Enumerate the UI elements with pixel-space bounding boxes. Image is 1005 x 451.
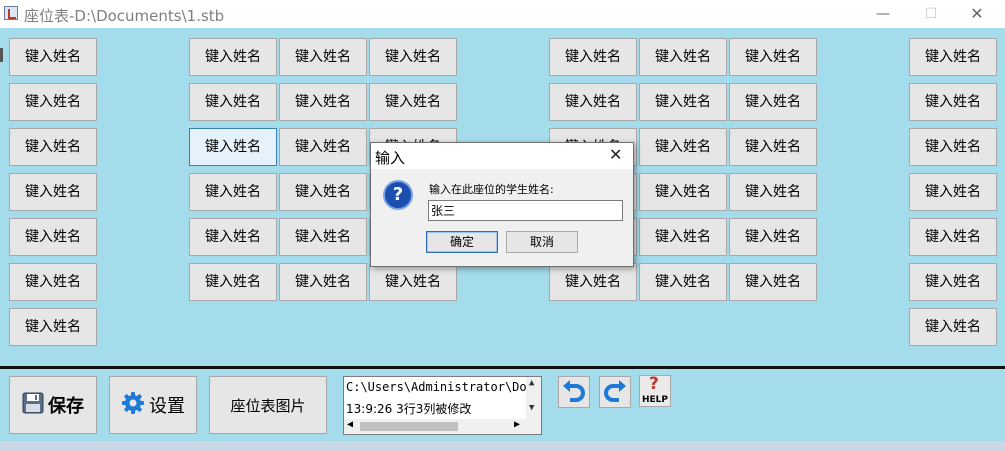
floppy-disk-icon	[22, 392, 44, 419]
seat-button[interactable]: 键入姓名	[369, 38, 457, 76]
title-bar: 座位表-D:\Documents\1.stb — ☐ ✕	[0, 0, 1005, 28]
scroll-right-icon[interactable]: ▶	[514, 419, 520, 430]
log-line: 13:9:26 3行3列被修改	[346, 402, 472, 416]
input-dialog: 输入 ✕ ? 输入在此座位的学生姓名: 确定 取消	[370, 142, 634, 267]
bottom-toolbar: 保存 设置 座位表图片 C:\Users\Administrator\Doc 1…	[0, 369, 1005, 441]
redo-icon	[604, 380, 626, 402]
seat-button[interactable]: 键入姓名	[639, 128, 727, 166]
dialog-close-button[interactable]: ✕	[609, 145, 622, 164]
name-input[interactable]	[428, 200, 623, 221]
save-label: 保存	[48, 396, 84, 417]
dialog-prompt: 输入在此座位的学生姓名:	[429, 183, 554, 196]
vertical-scrollbar[interactable]: ▲ ▼	[526, 377, 541, 420]
seat-button[interactable]: 键入姓名	[189, 128, 277, 166]
seat-button[interactable]: 键入姓名	[549, 83, 637, 121]
seat-button[interactable]: 键入姓名	[549, 38, 637, 76]
seat-button[interactable]: 键入姓名	[549, 263, 637, 301]
app-icon	[4, 6, 18, 20]
seat-button[interactable]: 键入姓名	[729, 173, 817, 211]
seat-button[interactable]: 键入姓名	[909, 38, 997, 76]
seat-button[interactable]: 键入姓名	[189, 263, 277, 301]
seat-picture-button[interactable]: 座位表图片	[209, 376, 327, 434]
help-button[interactable]: ? HELP	[639, 374, 671, 407]
seat-button[interactable]: 键入姓名	[729, 83, 817, 121]
horizontal-scrollbar[interactable]: ◀ ▶	[344, 419, 541, 434]
seat-button[interactable]: 键入姓名	[639, 218, 727, 256]
edge-mark	[0, 48, 3, 62]
log-textarea[interactable]: C:\Users\Administrator\Doc 13:9:26 3行3列被…	[343, 376, 542, 435]
seat-button[interactable]: 键入姓名	[729, 218, 817, 256]
seat-button[interactable]: 键入姓名	[639, 173, 727, 211]
seat-button[interactable]: 键入姓名	[9, 263, 97, 301]
seat-button[interactable]: 键入姓名	[909, 128, 997, 166]
seat-button[interactable]: 键入姓名	[9, 83, 97, 121]
seat-button[interactable]: 键入姓名	[279, 38, 367, 76]
maximize-button[interactable]: ☐	[916, 2, 946, 26]
question-icon: ?	[383, 180, 413, 210]
seat-button[interactable]: 键入姓名	[279, 263, 367, 301]
seat-button[interactable]: 键入姓名	[189, 173, 277, 211]
seat-button[interactable]: 键入姓名	[909, 218, 997, 256]
seat-button[interactable]: 键入姓名	[729, 128, 817, 166]
taskbar-strip	[0, 441, 1005, 451]
help-label: HELP	[642, 395, 669, 405]
log-line: C:\Users\Administrator\Doc	[346, 380, 526, 394]
seat-button[interactable]: 键入姓名	[639, 38, 727, 76]
undo-button[interactable]	[558, 376, 590, 408]
dialog-title: 输入	[375, 149, 406, 167]
seat-button[interactable]: 键入姓名	[9, 38, 97, 76]
redo-button[interactable]	[599, 376, 631, 408]
seat-button[interactable]: 键入姓名	[9, 218, 97, 256]
save-button[interactable]: 保存	[9, 376, 97, 434]
seat-button[interactable]: 键入姓名	[639, 263, 727, 301]
seat-button[interactable]: 键入姓名	[279, 173, 367, 211]
seat-button[interactable]: 键入姓名	[279, 218, 367, 256]
seat-button[interactable]: 键入姓名	[189, 38, 277, 76]
settings-button[interactable]: 设置	[109, 376, 197, 434]
seat-button[interactable]: 键入姓名	[189, 218, 277, 256]
seat-button[interactable]: 键入姓名	[9, 173, 97, 211]
seat-button[interactable]: 键入姓名	[729, 263, 817, 301]
seat-button[interactable]: 键入姓名	[909, 173, 997, 211]
close-button[interactable]: ✕	[962, 2, 992, 26]
window-title: 座位表-D:\Documents\1.stb	[24, 7, 225, 25]
seat-button[interactable]: 键入姓名	[9, 128, 97, 166]
seat-button[interactable]: 键入姓名	[909, 83, 997, 121]
seat-button[interactable]: 键入姓名	[909, 308, 997, 346]
seat-button[interactable]: 键入姓名	[729, 38, 817, 76]
dialog-title-bar: 输入 ✕	[371, 143, 633, 169]
undo-icon	[563, 380, 585, 402]
help-icon: ?	[649, 374, 659, 394]
seat-button[interactable]: 键入姓名	[909, 263, 997, 301]
scroll-thumb[interactable]	[360, 422, 458, 431]
gear-icon	[121, 391, 145, 420]
minimize-button[interactable]: —	[868, 2, 898, 26]
seat-button[interactable]: 键入姓名	[369, 263, 457, 301]
seat-button[interactable]: 键入姓名	[9, 308, 97, 346]
scroll-left-icon[interactable]: ◀	[347, 419, 353, 430]
cancel-button[interactable]: 取消	[506, 231, 578, 253]
seat-button[interactable]: 键入姓名	[279, 83, 367, 121]
seat-button[interactable]: 键入姓名	[189, 83, 277, 121]
scroll-down-icon[interactable]: ▼	[529, 403, 534, 413]
seat-button[interactable]: 键入姓名	[279, 128, 367, 166]
ok-button[interactable]: 确定	[426, 231, 498, 253]
settings-label: 设置	[149, 396, 185, 417]
seat-picture-label: 座位表图片	[230, 396, 306, 415]
seat-button[interactable]: 键入姓名	[639, 83, 727, 121]
seat-button[interactable]: 键入姓名	[369, 83, 457, 121]
scroll-up-icon[interactable]: ▲	[529, 378, 534, 388]
